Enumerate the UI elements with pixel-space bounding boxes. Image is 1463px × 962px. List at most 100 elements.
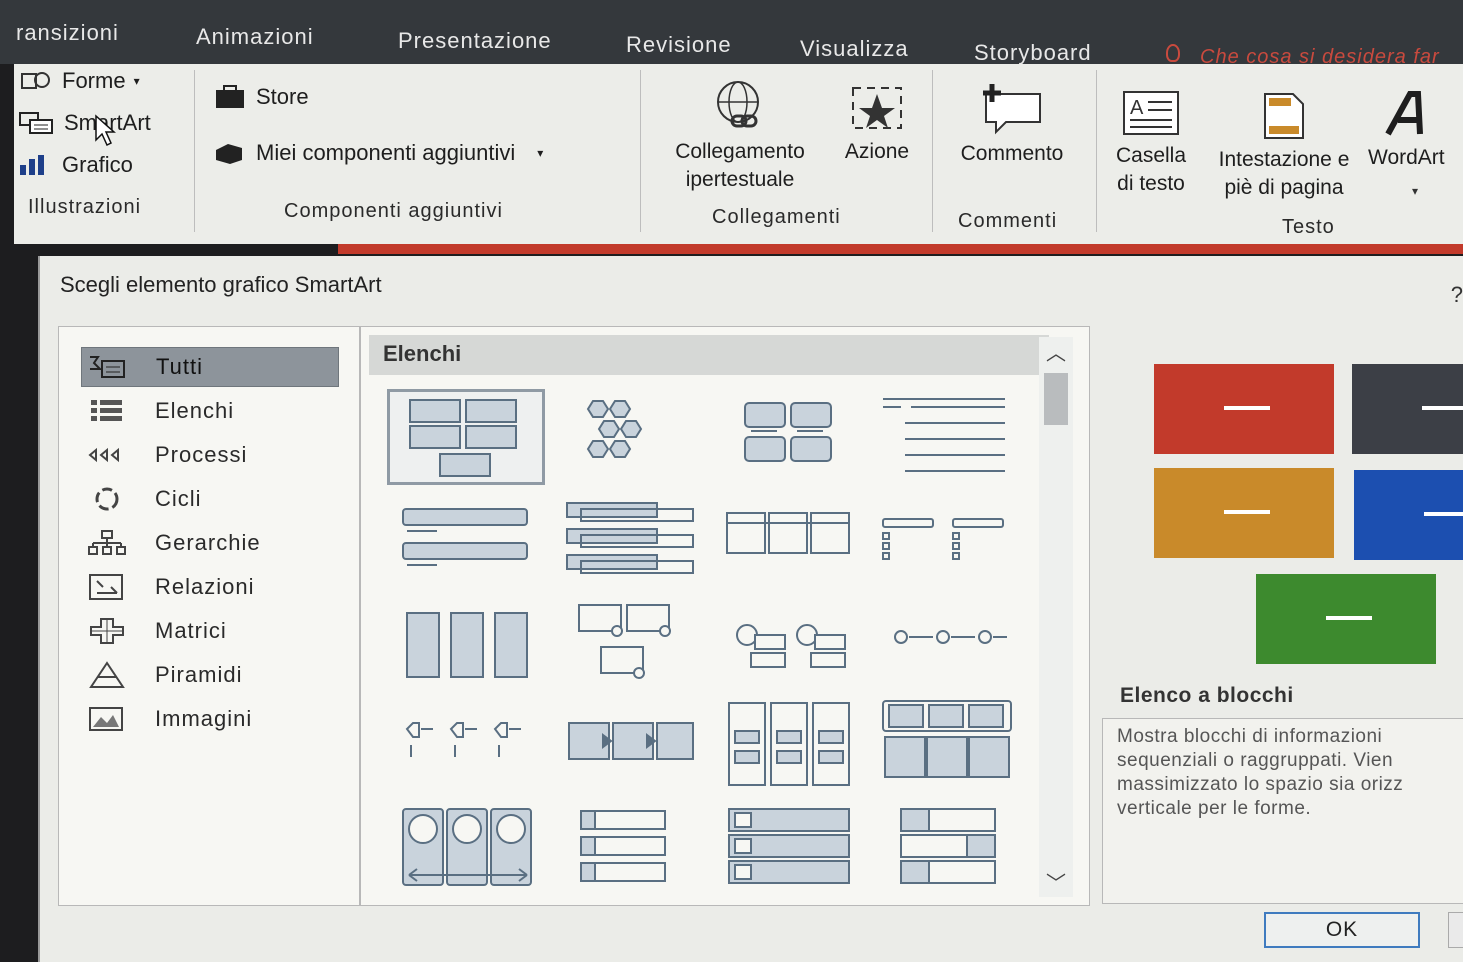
collegamento-label-2: ipertestuale	[685, 168, 795, 191]
group-label-collegamenti: Collegamenti	[712, 206, 841, 228]
layout-colonne[interactable]	[387, 601, 545, 697]
category-piramidi[interactable]: Piramidi	[81, 655, 339, 695]
tab-visualizza[interactable]: Visualizza	[800, 36, 909, 62]
cycle-icon	[95, 487, 119, 511]
collegamento-button[interactable]: Collegamento ipertestuale	[654, 78, 826, 194]
layout-thumbnail	[726, 512, 850, 554]
grafico-button[interactable]: Grafico	[18, 152, 133, 178]
description-line: sequenziali o raggruppati. Vien	[1117, 750, 1394, 771]
casella-di-testo-button[interactable]: A Casella di testo	[1106, 88, 1196, 198]
group-label-illustrazioni: Illustrazioni	[28, 196, 142, 218]
category-relazioni[interactable]: Relazioni	[81, 567, 339, 607]
layout-segnali[interactable]	[387, 701, 545, 797]
intestazione-label-1: Intestazione e	[1218, 148, 1350, 171]
tab-presentazione[interactable]: Presentazione	[398, 28, 552, 54]
layout-cerchi-etichette[interactable]	[711, 597, 869, 693]
scroll-down-icon[interactable]: ﹀	[1039, 867, 1073, 897]
layout-thumbnail	[568, 722, 694, 760]
layout-elenco-segnalibri[interactable]	[551, 803, 709, 899]
category-immagini[interactable]: Immagini	[81, 699, 339, 739]
layout-colonne-stack[interactable]	[711, 697, 869, 793]
category-gerarchie[interactable]: Gerarchie	[81, 523, 339, 563]
preview-title: Elenco a blocchi	[1120, 684, 1294, 707]
layout-thumbnail	[402, 508, 528, 566]
layout-thumbnail	[406, 612, 528, 678]
layout-barre-verticali[interactable]	[387, 497, 545, 593]
category-elenchi[interactable]: Elenchi	[81, 391, 339, 431]
store-button[interactable]: Store	[214, 84, 309, 110]
layout-linea-punti[interactable]	[871, 597, 1029, 693]
wordart-button[interactable]: WordArt	[1368, 90, 1463, 172]
layout-elenco-pila[interactable]	[551, 493, 709, 589]
layout-thumbnail	[402, 808, 532, 886]
tab-animazioni[interactable]: Animazioni	[196, 24, 314, 50]
help-button[interactable]: ?	[1451, 282, 1463, 308]
shapes-icon	[21, 72, 50, 89]
category-processi[interactable]: Processi	[81, 435, 339, 475]
preview-block	[1352, 364, 1463, 454]
cancel-button[interactable]	[1448, 912, 1463, 948]
tab-transizioni[interactable]: ransizioni	[16, 20, 119, 46]
description-line: Mostra blocchi di informazioni	[1117, 726, 1383, 747]
miei-componenti-button[interactable]: Miei componenti aggiuntivi ▾	[212, 140, 543, 166]
layout-blocchi-arrotondati[interactable]	[711, 393, 869, 489]
layout-thumbnail	[744, 402, 832, 462]
group-separator	[1096, 70, 1097, 232]
relationship-icon	[89, 574, 123, 600]
intestazione-label-2: piè di pagina	[1224, 176, 1344, 199]
layout-thumbnail	[736, 624, 846, 668]
pyramid-icon	[89, 661, 125, 688]
layout-blocchi-gruppo[interactable]	[871, 697, 1029, 793]
layout-elenco-puntato[interactable]	[871, 493, 1029, 589]
commento-button[interactable]: Commento	[940, 80, 1084, 168]
layout-thumbnail	[894, 630, 1007, 644]
layout-elenco-linee[interactable]	[871, 393, 1029, 489]
casella-label-1: Casella	[1115, 144, 1187, 167]
category-label: Elenchi	[155, 398, 235, 423]
layout-thumbnail	[728, 702, 850, 786]
tab-revisione[interactable]: Revisione	[626, 32, 732, 58]
preview-description: Mostra blocchi di informazioni sequenzia…	[1102, 718, 1463, 904]
description-line: massimizzato lo spazio sia orizz	[1117, 774, 1404, 795]
preview-block	[1154, 468, 1334, 558]
preview-block	[1354, 470, 1463, 560]
mouse-cursor-icon	[95, 114, 116, 147]
category-label: Immagini	[155, 706, 253, 731]
layout-cerchi-freccia[interactable]	[387, 803, 545, 899]
forme-button[interactable]: Forme ▾	[20, 68, 140, 94]
wordart-icon	[1385, 91, 1423, 136]
layout-preview: Elenco a blocchi Mostra blocchi di infor…	[1096, 326, 1463, 906]
scrollbar-thumb[interactable]	[1044, 373, 1068, 425]
azione-button[interactable]: Azione	[832, 82, 922, 166]
smartart-dialog: Scegli elemento grafico SmartArt ? Tutti…	[38, 256, 1463, 962]
category-matrici[interactable]: Matrici	[81, 611, 339, 651]
ribbon: Forme ▾ SmartArt Grafico Illustrazioni S…	[14, 64, 1463, 244]
category-cicli[interactable]: Cicli	[81, 479, 339, 519]
dialog-title: Scegli elemento grafico SmartArt	[60, 272, 382, 297]
intestazione-button[interactable]: Intestazione e piè di pagina	[1202, 90, 1366, 202]
layout-griglia-blocchi[interactable]	[871, 803, 1029, 899]
chevron-down-icon: ▾	[537, 146, 544, 160]
ok-button[interactable]: OK	[1264, 912, 1420, 948]
category-label: Cicli	[155, 486, 202, 511]
hyperlink-globe-icon	[717, 81, 759, 128]
matrix-icon	[90, 618, 124, 644]
layout-elenco-tabella[interactable]	[711, 493, 869, 589]
smartart-button[interactable]: SmartArt	[18, 110, 151, 136]
description-line: verticale per le forme.	[1117, 798, 1312, 819]
gallery-scrollbar[interactable]: ︿ ﹀	[1039, 337, 1073, 897]
tab-storyboard[interactable]: Storyboard	[974, 40, 1092, 66]
layout-thumbnail	[578, 604, 671, 679]
group-separator	[932, 70, 933, 232]
category-tutti[interactable]: Tutti	[81, 347, 339, 387]
layout-frecce-orizzontali[interactable]	[551, 701, 709, 797]
scroll-up-icon[interactable]: ︿	[1039, 337, 1073, 367]
layout-thumbnail	[566, 502, 694, 574]
layout-elenco-rettangoli[interactable]	[711, 803, 869, 899]
layout-schede-immagini[interactable]	[551, 597, 709, 693]
group-label-testo: Testo	[1282, 216, 1335, 238]
store-icon	[216, 85, 244, 108]
grafico-label: Grafico	[62, 152, 133, 177]
layout-elenco-a-blocchi[interactable]	[387, 389, 545, 485]
layout-esagoni[interactable]	[551, 393, 709, 489]
